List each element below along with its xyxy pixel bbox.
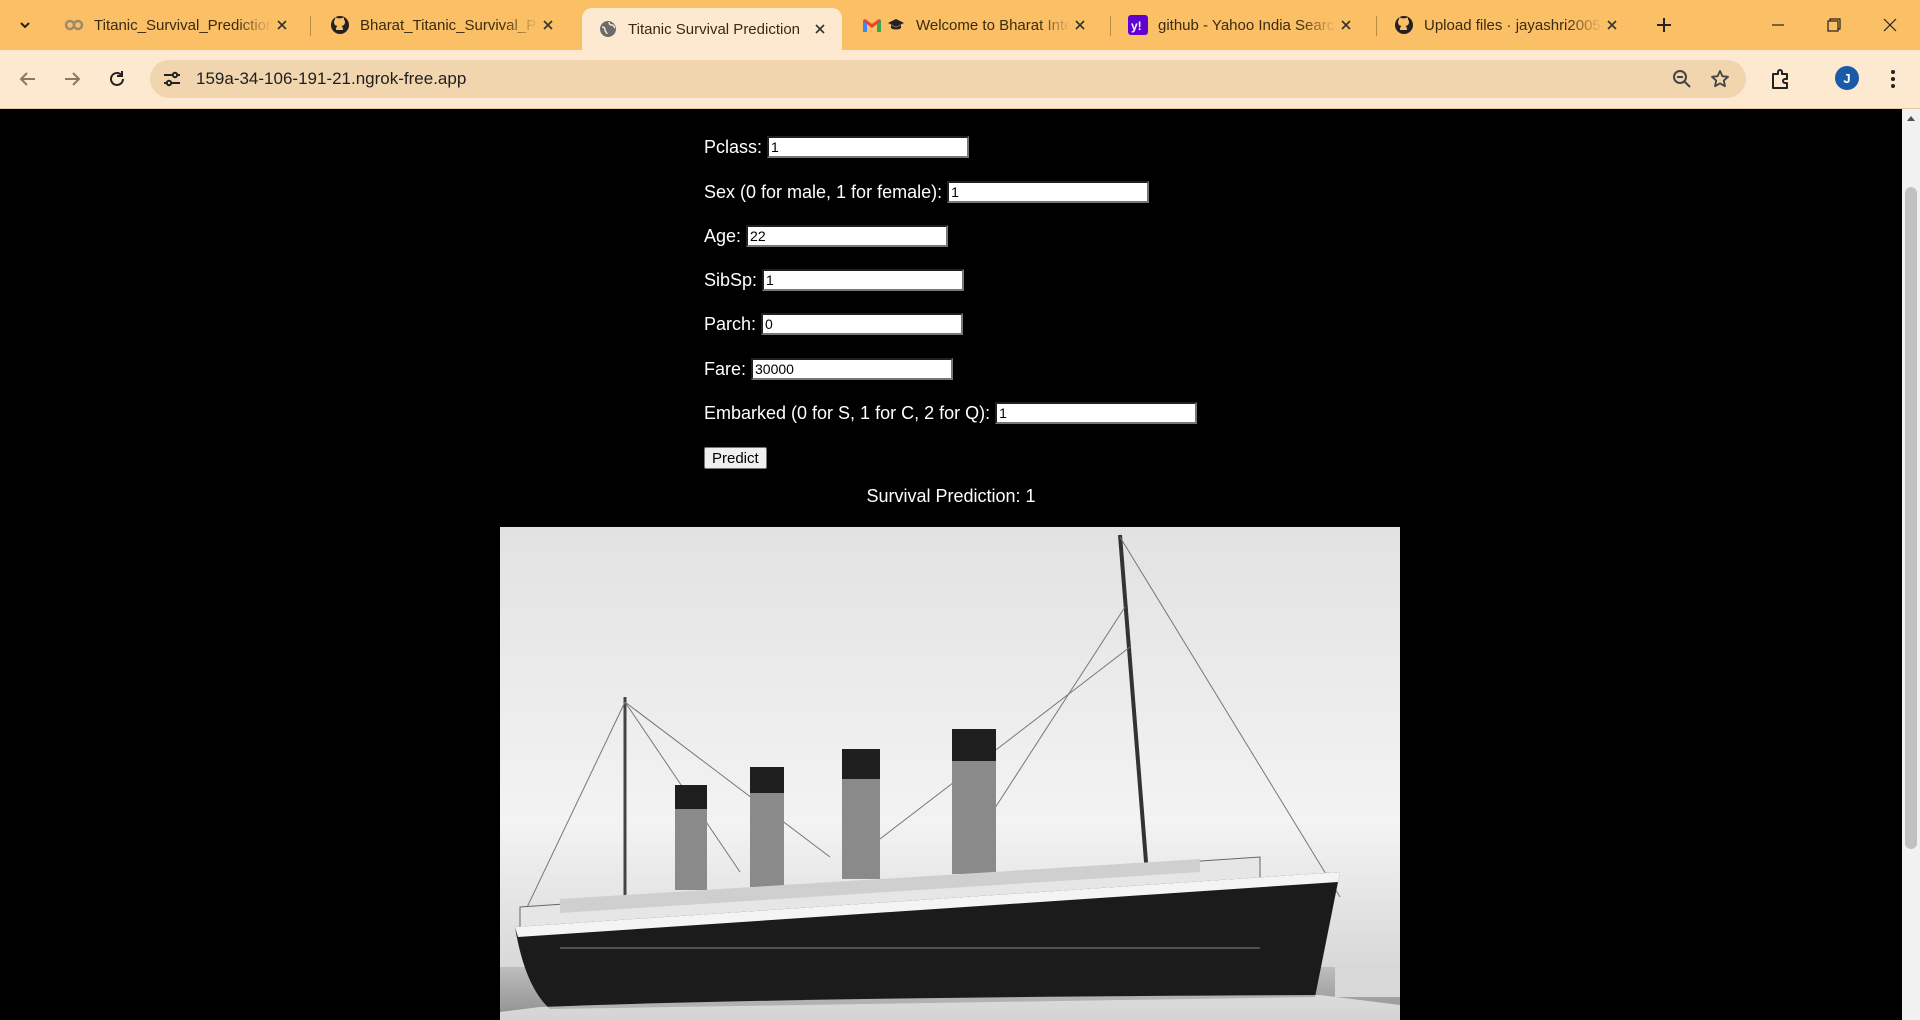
tab-separator [1376, 16, 1377, 36]
globe-icon [598, 19, 618, 39]
close-icon[interactable] [1602, 15, 1622, 35]
parch-row: Parch: [704, 313, 964, 335]
close-icon[interactable] [810, 19, 830, 39]
chevron-down-icon [20, 22, 30, 29]
sibsp-row: SibSp: [704, 269, 965, 291]
vertical-scrollbar[interactable] [1902, 109, 1920, 1020]
reload-icon [110, 71, 124, 86]
age-row: Age: [704, 225, 949, 247]
predict-button[interactable]: Predict [704, 447, 767, 469]
sibsp-label: SibSp: [704, 269, 758, 290]
minimize-icon [1772, 24, 1784, 26]
tab-colab[interactable]: Titanic_Survival_Prediction [48, 8, 304, 42]
close-window-button[interactable] [1862, 0, 1918, 50]
sex-label: Sex (0 for male, 1 for female): [704, 181, 943, 202]
page-viewport: Pclass: Sex (0 for male, 1 for female): … [0, 109, 1902, 1020]
address-bar[interactable]: 159a-34-106-191-21.ngrok-free.app [150, 60, 1746, 98]
pclass-input[interactable] [767, 136, 970, 158]
sex-input[interactable] [947, 181, 1150, 203]
age-input[interactable] [746, 225, 949, 247]
parch-input[interactable] [761, 313, 964, 335]
svg-text:y!: y! [1131, 19, 1142, 33]
github-icon [330, 15, 350, 35]
close-icon[interactable] [1070, 15, 1090, 35]
close-icon[interactable] [1336, 15, 1356, 35]
tab-separator [1110, 16, 1111, 36]
github-icon [1394, 15, 1414, 35]
embarked-row: Embarked (0 for S, 1 for C, 2 for Q): [704, 402, 1198, 424]
profile-avatar[interactable]: J [1835, 66, 1859, 90]
reload-button[interactable] [99, 61, 135, 97]
colab-icon [64, 15, 84, 35]
tab-strip: Titanic_Survival_Prediction Bharat_Titan… [0, 0, 1920, 50]
arrow-right-icon [65, 72, 81, 86]
close-icon [1883, 18, 1897, 32]
parch-label: Parch: [704, 313, 757, 334]
tab-title: github - Yahoo India Searc [1158, 16, 1335, 34]
restore-button[interactable] [1806, 0, 1862, 50]
tab-title: Titanic Survival Prediction [628, 20, 801, 38]
gmail-icon [862, 15, 882, 35]
sibsp-input[interactable] [762, 269, 965, 291]
menu-kebab-icon[interactable] [1879, 65, 1907, 93]
embarked-input[interactable] [995, 402, 1198, 424]
close-icon[interactable] [272, 15, 292, 35]
arrow-left-icon [19, 72, 35, 86]
tab-separator [310, 16, 311, 36]
tab-github-repo[interactable]: Bharat_Titanic_Survival_Pre [314, 8, 570, 42]
age-label: Age: [704, 225, 742, 246]
new-tab-button[interactable] [1648, 9, 1680, 41]
restore-icon [1827, 18, 1841, 32]
fare-input[interactable] [751, 358, 954, 380]
tab-yahoo[interactable]: y! github - Yahoo India Searc [1112, 8, 1368, 42]
close-icon[interactable] [538, 15, 558, 35]
tab-title: Upload files · jayashri2005 [1424, 16, 1601, 34]
forward-button[interactable] [54, 61, 90, 97]
fare-row: Fare: [704, 358, 954, 380]
pclass-row: Pclass: [704, 136, 970, 158]
titanic-photo [500, 527, 1400, 1020]
tab-title: Bharat_Titanic_Survival_Pre [360, 16, 538, 34]
zoom-icon[interactable] [1670, 67, 1694, 91]
titanic-ship-image [500, 527, 1400, 1020]
fare-label: Fare: [704, 358, 747, 379]
tab-title: Titanic_Survival_Prediction [94, 16, 272, 34]
graduation-cap-icon [886, 15, 906, 35]
site-settings-icon[interactable] [160, 67, 184, 91]
pclass-label: Pclass: [704, 136, 763, 157]
tab-github-upload[interactable]: Upload files · jayashri2005 [1378, 8, 1634, 42]
tab-titanic-active[interactable]: Titanic Survival Prediction [582, 8, 842, 50]
yahoo-icon: y! [1128, 15, 1148, 35]
plus-icon [1657, 18, 1671, 32]
minimize-button[interactable] [1750, 0, 1806, 50]
tab-search-button[interactable] [9, 9, 41, 41]
extensions-icon[interactable] [1767, 65, 1795, 93]
tab-gmail[interactable]: Welcome to Bharat Inte [846, 8, 1102, 42]
survival-prediction-text: Survival Prediction: 1 [866, 486, 1036, 506]
url-text: 159a-34-106-191-21.ngrok-free.app [196, 69, 467, 88]
scrollbar-thumb[interactable] [1905, 187, 1917, 849]
browser-toolbar: 159a-34-106-191-21.ngrok-free.app [0, 50, 1920, 109]
back-button[interactable] [10, 61, 46, 97]
scroll-up-arrow-icon[interactable] [1902, 109, 1920, 127]
bookmark-star-icon[interactable] [1708, 67, 1732, 91]
sex-row: Sex (0 for male, 1 for female): [704, 181, 1150, 203]
embarked-label: Embarked (0 for S, 1 for C, 2 for Q): [704, 402, 991, 423]
tab-title: Welcome to Bharat Inte [916, 16, 1070, 34]
